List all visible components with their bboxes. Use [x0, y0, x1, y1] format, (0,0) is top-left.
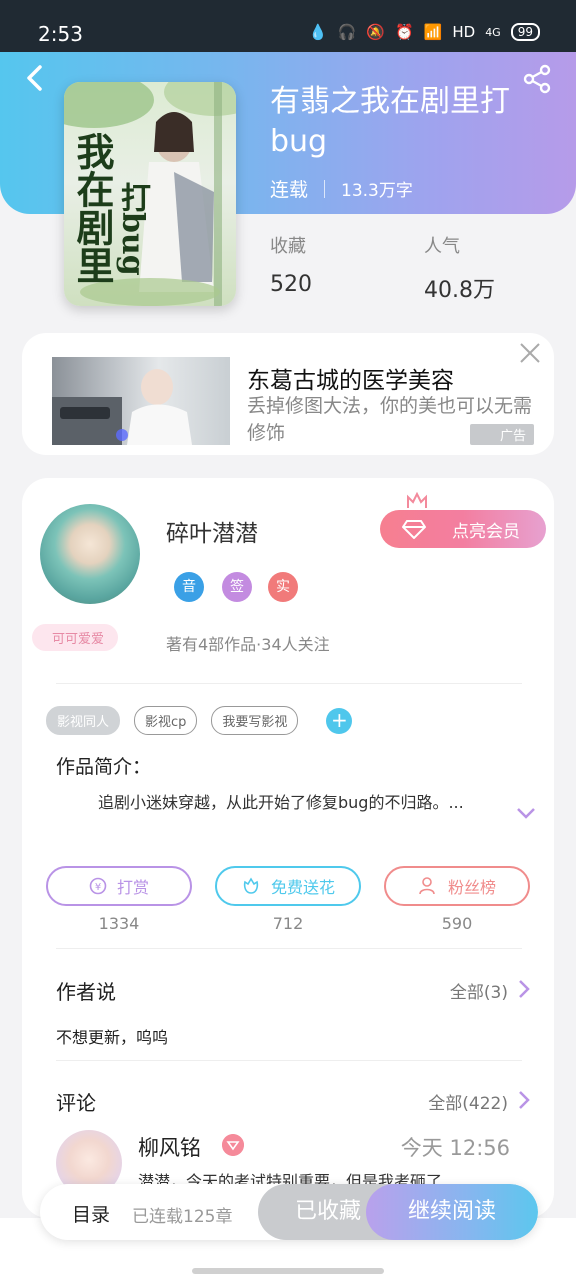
author-avatar[interactable] [40, 504, 140, 604]
author-stats: 著有4部作品·34人关注 [166, 635, 330, 654]
ad-banner[interactable]: 东葛古城的医学美容 丢掉修图大法，你的美也可以无需修饰 广告 [22, 333, 554, 455]
headset-icon: 🎧 [337, 23, 357, 41]
coin-icon: ¥ [89, 877, 107, 895]
favorites-stat: 收藏 520 [270, 232, 312, 297]
fan-ranking-label: 粉丝榜 [447, 878, 496, 897]
meta-divider [324, 179, 326, 198]
mute-icon: 🔕 [366, 23, 385, 41]
author-badge: 可可爱爱 [32, 624, 119, 651]
tip-button[interactable]: ¥ 打赏 [46, 866, 192, 906]
fan-ranking-button[interactable]: 粉丝榜 [384, 866, 530, 906]
status-time: 2:53 [38, 22, 83, 46]
alarm-icon: ⏰ [394, 23, 414, 41]
divider [56, 948, 522, 949]
signal-type: 4G [485, 25, 501, 39]
status-icons: 💧 🎧 🔕 ⏰ 📶 HD 4G 99 [309, 23, 540, 41]
commenter-name[interactable]: 柳风铭 [138, 1132, 201, 1162]
comments-more[interactable]: 全部(422) [428, 1089, 508, 1114]
tag-list: 影视同人 影视cp 我要写影视 + [46, 706, 353, 735]
book-meta: 连载 13.3万字 [270, 175, 413, 202]
popularity-stat: 人气 40.8万 [424, 232, 495, 304]
continue-reading-button[interactable]: 继续阅读 [366, 1184, 538, 1240]
intro-heading: 作品简介： [56, 756, 152, 778]
svg-text:¥: ¥ [95, 882, 101, 893]
tip-label: 打赏 [116, 878, 149, 897]
ad-label: 广告 [469, 424, 534, 445]
send-flower-button[interactable]: 免费送花 [215, 866, 361, 906]
network-type: HD [452, 23, 476, 41]
comments-heading: 评论 [56, 1091, 96, 1115]
ad-image [52, 357, 230, 445]
cover-title-main: 我在剧里 [70, 132, 115, 284]
popularity-value: 40.8万 [424, 278, 495, 303]
favorites-value: 520 [270, 272, 312, 297]
author-name[interactable]: 碎叶潜潜 [166, 514, 258, 548]
close-icon[interactable] [518, 341, 542, 365]
chevron-right-icon[interactable] [518, 1090, 530, 1110]
popularity-label: 人气 [424, 236, 460, 257]
status-bar: 2:53 💧 🎧 🔕 ⏰ 📶 HD 4G 99 [0, 0, 576, 52]
divider [56, 683, 522, 684]
fan-count: 590 [441, 914, 473, 933]
home-indicator[interactable] [192, 1268, 384, 1274]
tip-count: 1334 [98, 914, 140, 933]
diamond-icon [402, 520, 426, 539]
author-say-more[interactable]: 全部(3) [450, 978, 508, 1003]
favorites-label: 收藏 [270, 236, 306, 257]
book-cover[interactable]: 我在剧里 打bug [64, 82, 236, 306]
verified-badge-icon: 实 [268, 572, 298, 602]
bottom-action-bar: 目录 已连载125章 已收藏 继续阅读 [40, 1184, 538, 1240]
cover-title-sub: 打bug [115, 182, 150, 276]
wifi-icon: 📶 [423, 23, 443, 41]
battery-icon: 99 [510, 23, 540, 41]
back-arrow-icon[interactable] [24, 64, 44, 92]
book-status: 连载 [270, 179, 309, 201]
word-count: 13.3万字 [341, 181, 413, 201]
vip-button-label: 点亮会员 [452, 521, 520, 542]
intro-text: 追剧小迷妹穿越，从此开始了修复bug的不归路。... [98, 793, 464, 812]
chevron-right-icon[interactable] [518, 979, 530, 999]
send-flower-label: 免费送花 [270, 878, 335, 897]
book-title: 有翡之我在剧里打bug [270, 84, 510, 159]
add-tag-icon[interactable]: + [326, 707, 353, 734]
vip-button[interactable]: 点亮会员 [380, 510, 546, 548]
divider [56, 1060, 522, 1061]
book-info-card: 可可爱爱 碎叶潜潜 点亮会员 音 签 实 著有4部作品·34人关注 影视同人 影… [22, 478, 554, 1218]
tag[interactable]: 影视同人 [46, 706, 121, 735]
vip-diamond-icon [222, 1134, 244, 1156]
crown-icon [407, 492, 427, 508]
flower-icon [243, 877, 259, 894]
chapter-count: 已连载125章 [132, 1207, 233, 1227]
drop-icon: 💧 [308, 23, 328, 41]
music-badge-icon: 音 [174, 572, 204, 602]
signed-badge-icon: 签 [222, 572, 252, 602]
author-say-text: 不想更新，呜呜 [56, 1028, 169, 1047]
tag[interactable]: 我要写影视 [211, 706, 299, 735]
comment-time: 今天 12:56 [400, 1136, 510, 1160]
chevron-down-icon[interactable] [516, 806, 536, 820]
flower-count: 712 [272, 914, 304, 933]
toc-button[interactable]: 目录 [72, 1200, 110, 1227]
ad-title: 东葛古城的医学美容 [247, 368, 454, 394]
author-say-heading: 作者说 [56, 980, 116, 1004]
tag[interactable]: 影视cp [134, 706, 198, 735]
user-icon [419, 877, 435, 895]
share-icon[interactable] [522, 64, 552, 94]
